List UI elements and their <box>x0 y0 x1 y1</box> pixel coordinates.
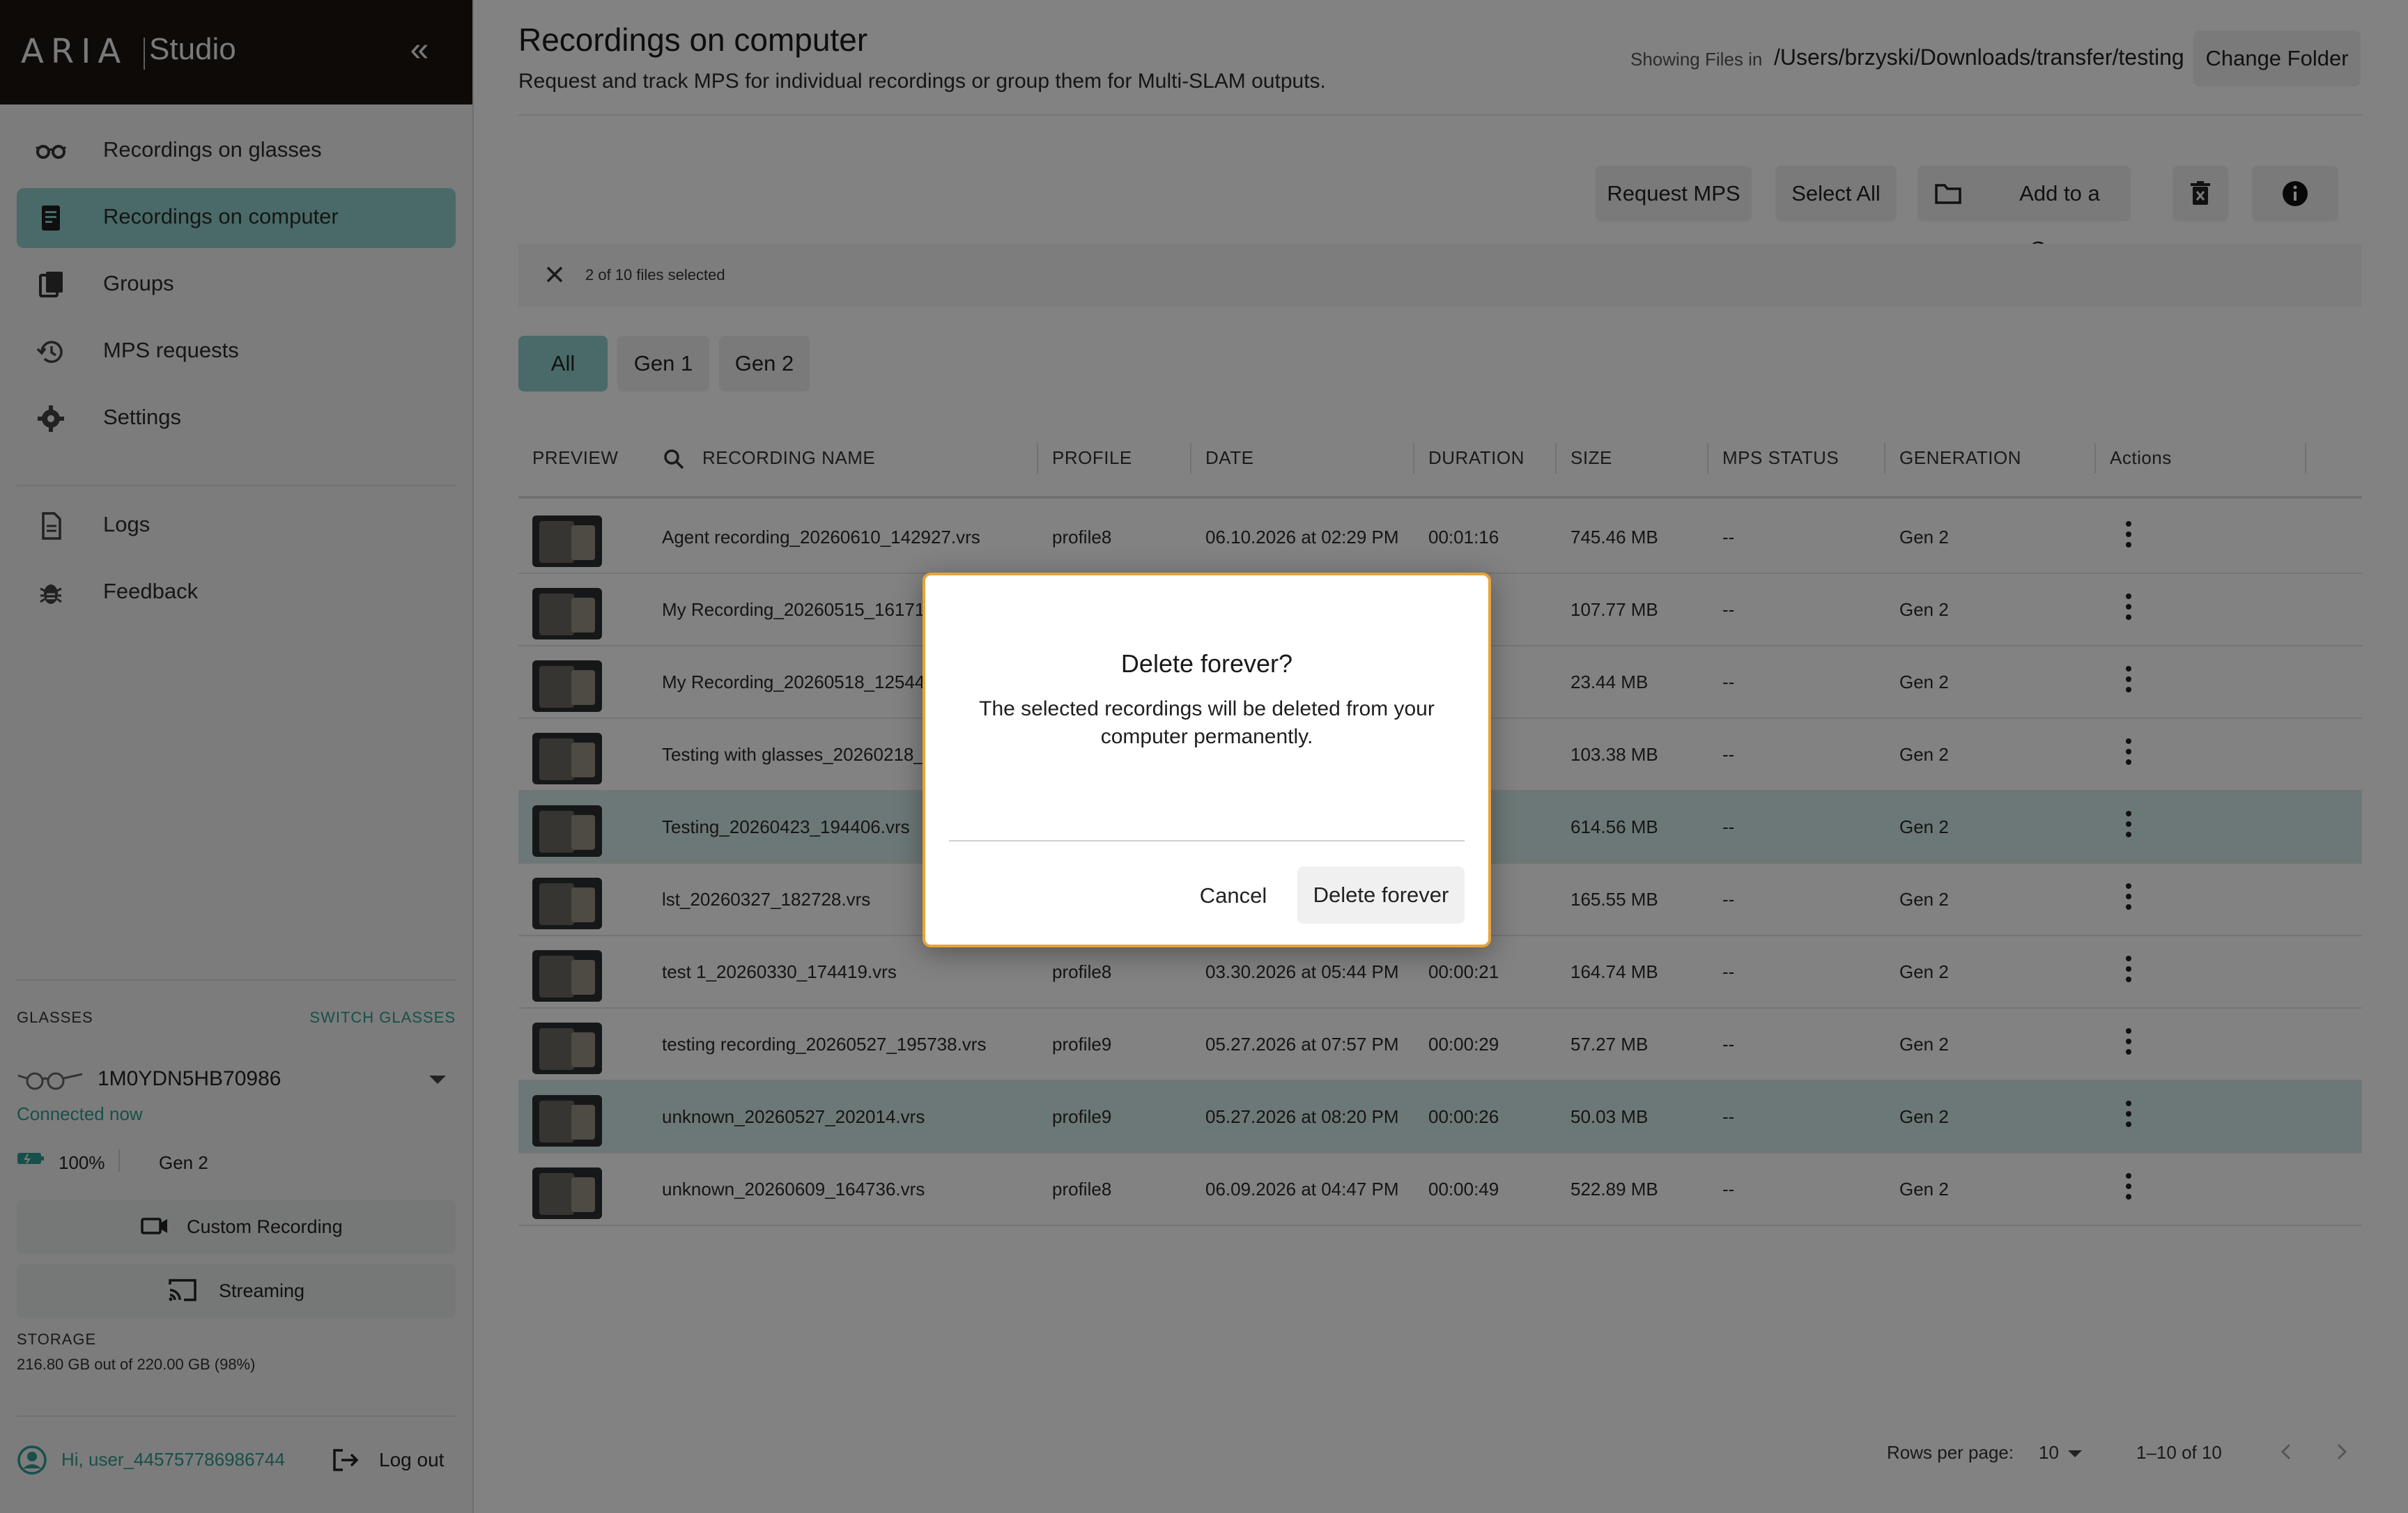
dialog-message: The selected recordings will be deleted … <box>979 697 1435 748</box>
app-window: ARIA Studio « Recordings on glasses Reco… <box>0 0 2408 1513</box>
delete-confirm-dialog: Delete forever? The selected recordings … <box>923 573 1491 947</box>
dialog-divider <box>949 840 1465 841</box>
dialog-title: Delete forever? <box>1120 649 1293 678</box>
cancel-button[interactable]: Cancel <box>1178 868 1289 924</box>
delete-forever-button[interactable]: Delete forever <box>1297 867 1465 924</box>
